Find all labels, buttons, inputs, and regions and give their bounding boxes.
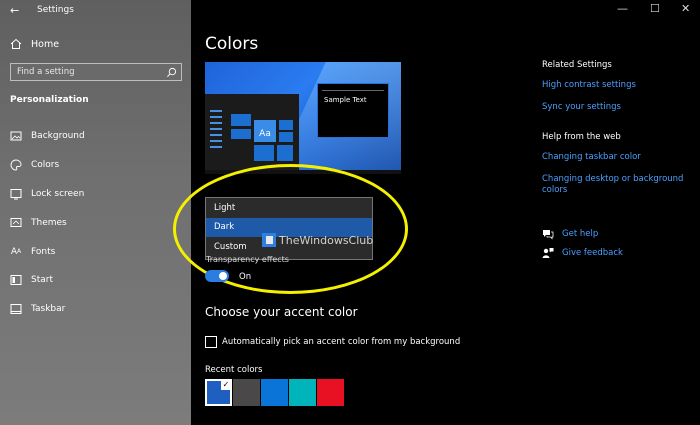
give-feedback-link[interactable]: Give feedback xyxy=(542,247,623,259)
title-bar: ← Settings — ☐ ✕ xyxy=(0,0,700,22)
recent-colors: ✓ xyxy=(205,379,344,406)
checkmark-icon: ✓ xyxy=(221,380,231,390)
themes-icon xyxy=(10,217,22,229)
palette-icon xyxy=(10,159,22,171)
maximize-button[interactable]: ☐ xyxy=(650,2,660,15)
close-button[interactable]: ✕ xyxy=(681,2,690,15)
get-help-label: Get help xyxy=(562,229,599,239)
transparency-label: Transparency effects xyxy=(206,255,289,264)
sidebar-item-label: Colors xyxy=(31,160,60,171)
preview-tile xyxy=(277,145,293,161)
theme-preview: Aa Sample Text xyxy=(205,62,401,174)
app-title: Settings xyxy=(37,5,74,15)
sidebar-item-start[interactable]: Start xyxy=(0,266,191,295)
accent-color-heading: Choose your accent color xyxy=(205,305,358,319)
section-title: Personalization xyxy=(10,95,89,105)
color-swatch[interactable]: ✓ xyxy=(205,379,232,406)
page-title: Colors xyxy=(205,34,259,54)
sidebar-item-label: Lock screen xyxy=(31,188,85,199)
sidebar-item-themes[interactable]: Themes xyxy=(0,208,191,237)
sidebar-item-label: Themes xyxy=(31,217,67,228)
sidebar-item-label: Fonts xyxy=(31,246,56,257)
search-icon[interactable] xyxy=(165,66,177,78)
color-swatch[interactable] xyxy=(261,379,288,406)
sidebar-item-label: Taskbar xyxy=(31,304,66,315)
transparency-toggle[interactable] xyxy=(205,270,229,282)
chat-help-icon xyxy=(542,228,554,240)
color-swatch[interactable] xyxy=(289,379,316,406)
back-arrow-icon[interactable]: ← xyxy=(10,4,19,17)
right-column: Related Settings High contrast settings … xyxy=(542,60,692,207)
preview-tile xyxy=(254,145,274,161)
preview-tile xyxy=(231,114,251,126)
related-settings-title: Related Settings xyxy=(542,60,612,70)
color-swatch[interactable] xyxy=(317,379,344,406)
search-input[interactable] xyxy=(11,64,161,80)
preview-aa-tile: Aa xyxy=(254,120,276,142)
search-box[interactable] xyxy=(10,63,182,81)
sync-settings-link[interactable]: Sync your settings xyxy=(542,102,692,113)
nav-list: Background Colors Lock screen Themes AA … xyxy=(0,122,191,324)
get-help-link[interactable]: Get help xyxy=(542,228,598,240)
preview-window: Sample Text xyxy=(317,83,389,138)
auto-accent-checkbox[interactable] xyxy=(205,336,217,348)
sidebar-item-fonts[interactable]: AA Fonts xyxy=(0,237,191,266)
high-contrast-link[interactable]: High contrast settings xyxy=(542,80,692,91)
home-label: Home xyxy=(31,38,60,50)
sidebar-item-background[interactable]: Background xyxy=(0,122,191,151)
transparency-state: On xyxy=(239,272,252,282)
sidebar: Home Personalization Background Colors L… xyxy=(0,0,191,425)
sidebar-item-taskbar[interactable]: Taskbar xyxy=(0,295,191,324)
picture-icon xyxy=(10,130,22,142)
sidebar-item-colors[interactable]: Colors xyxy=(0,151,191,180)
home-nav-item[interactable]: Home xyxy=(10,38,59,50)
color-swatch[interactable] xyxy=(233,379,260,406)
recent-colors-label: Recent colors xyxy=(205,365,263,375)
lock-screen-icon xyxy=(10,188,22,200)
preview-tile xyxy=(231,129,251,139)
desktop-colors-link[interactable]: Changing desktop or background colors xyxy=(542,174,692,196)
fonts-icon: AA xyxy=(10,246,22,257)
taskbar-color-link[interactable]: Changing taskbar color xyxy=(542,152,692,163)
preview-sample-text: Sample Text xyxy=(324,96,367,104)
give-feedback-label: Give feedback xyxy=(562,248,623,258)
preview-tile xyxy=(279,120,293,130)
help-title: Help from the web xyxy=(542,132,621,142)
sidebar-item-label: Start xyxy=(31,275,53,286)
preview-tile xyxy=(279,132,293,142)
toggle-knob xyxy=(219,272,227,280)
auto-accent-label: Automatically pick an accent color from … xyxy=(222,337,461,347)
home-icon xyxy=(10,38,22,50)
taskbar-icon xyxy=(10,303,22,315)
preview-app-list xyxy=(210,110,226,152)
feedback-icon xyxy=(542,247,554,259)
start-icon xyxy=(10,274,22,286)
minimize-button[interactable]: — xyxy=(617,2,628,15)
sidebar-item-label: Background xyxy=(31,131,85,142)
sidebar-item-lock-screen[interactable]: Lock screen xyxy=(0,180,191,209)
